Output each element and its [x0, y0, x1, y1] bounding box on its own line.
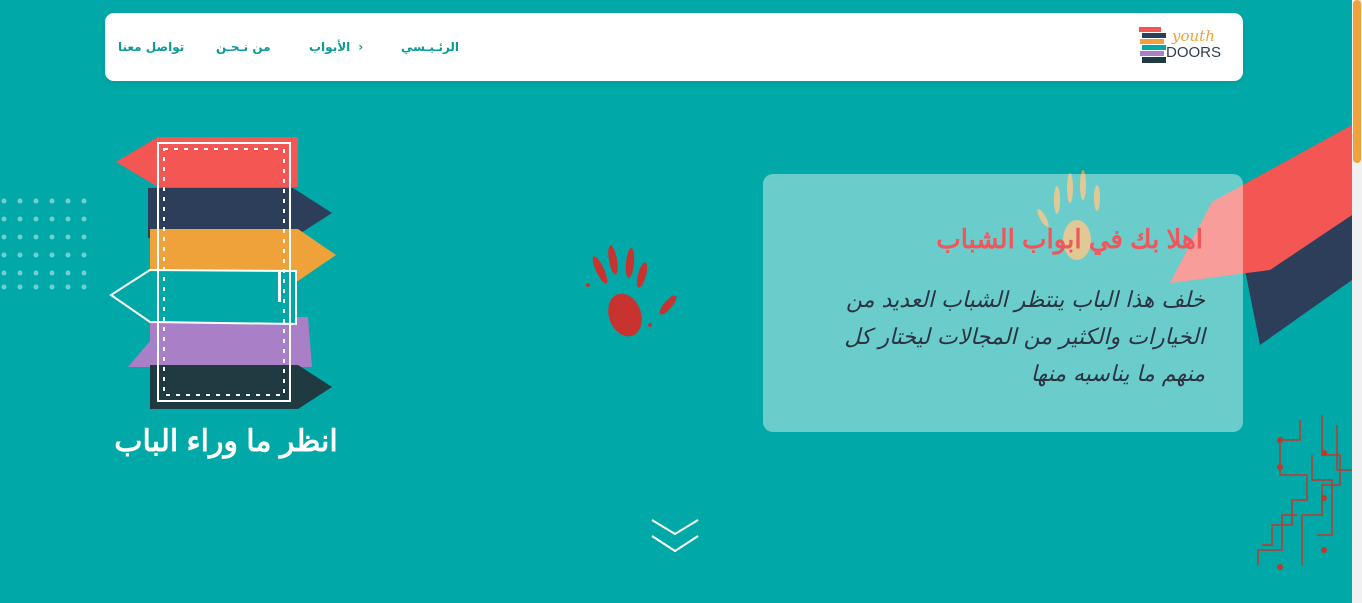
- door-handle-icon: [278, 272, 281, 302]
- logo-youth-text: youth: [1172, 27, 1215, 45]
- nav-doors-label: الأبواب: [309, 40, 351, 54]
- youth-doors-logo[interactable]: youth DOORS: [1135, 25, 1225, 67]
- nav-contact-link[interactable]: تواصل معنا: [118, 40, 184, 54]
- look-behind-door-heading: انظر ما وراء الباب: [114, 425, 338, 458]
- nav-about-link[interactable]: من نـحـن: [216, 40, 271, 54]
- nav-doors-link[interactable]: ‹ الأبواب: [309, 40, 363, 54]
- books-stack-icon: [1139, 27, 1166, 63]
- logo-doors-text: DOORS: [1166, 44, 1222, 61]
- page-scrollbar[interactable]: [1352, 0, 1362, 603]
- welcome-title: اهلا بك في ابواب الشباب: [936, 224, 1203, 254]
- double-chevron-down-icon[interactable]: [650, 518, 700, 554]
- nav-home-link[interactable]: الرئـيـسي: [401, 40, 459, 54]
- door-arrows-illustration[interactable]: [108, 135, 340, 415]
- dot-grid-decoration: [1, 198, 87, 290]
- circuit-lines-decoration: [1257, 415, 1352, 570]
- scrollbar-thumb[interactable]: [1353, 0, 1361, 163]
- welcome-description: خلف هذا الباب ينتظر الشباب العديد من الخ…: [844, 288, 1205, 387]
- top-navbar: تواصل معنا من نـحـن ‹ الأبواب الرئـيـسي y…: [105, 13, 1243, 81]
- red-handprint-decoration: [586, 245, 677, 337]
- welcome-card: اهلا بك في ابواب الشباب خلف هذا الباب ين…: [763, 174, 1243, 432]
- chevron-left-icon: ‹: [358, 40, 364, 54]
